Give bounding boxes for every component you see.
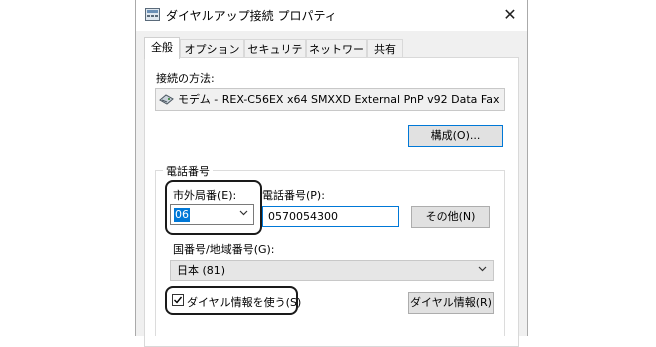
tab-networking[interactable]: ネットワーク	[306, 39, 367, 75]
country-code-label: 国番号/地域番号(G):	[173, 243, 275, 256]
phone-number-input[interactable]: 0570054300	[262, 206, 399, 227]
title-bar: ダイヤルアップ接続 プロパティ ✕	[136, 0, 527, 31]
phone-number-label: 電話番号(P):	[262, 189, 325, 202]
tab-sharing[interactable]: 共有	[367, 39, 403, 58]
dialing-rules-callout	[165, 286, 298, 315]
close-icon: ✕	[503, 5, 517, 24]
phone-number-group-title: 電話番号	[163, 163, 213, 179]
country-code-combo[interactable]: 日本 (81)	[170, 260, 494, 281]
phone-dialer-icon	[145, 8, 160, 21]
area-code-callout	[165, 180, 262, 235]
device-name: モデム - REX-C56EX x64 SMXXD External PnP v…	[178, 93, 504, 106]
dialing-rules-button[interactable]: ダイヤル情報(R)	[408, 292, 494, 314]
close-button[interactable]: ✕	[493, 0, 527, 31]
connect-using-label: 接続の方法:	[156, 72, 215, 85]
chevron-down-icon	[478, 261, 487, 280]
modem-icon	[159, 94, 174, 105]
configure-button[interactable]: 構成(O)...	[408, 125, 503, 147]
window-title: ダイヤルアップ接続 プロパティ	[166, 9, 337, 23]
device-field[interactable]: モデム - REX-C56EX x64 SMXXD External PnP v…	[155, 88, 505, 111]
tab-strip: 全般 オプション セキュリティ ネットワーク 共有	[144, 37, 520, 75]
tab-options[interactable]: オプション	[180, 39, 244, 58]
tab-general[interactable]: 全般	[144, 37, 180, 59]
country-code-value: 日本 (81)	[177, 264, 226, 277]
other-button[interactable]: その他(N)	[411, 206, 490, 228]
tab-security[interactable]: セキュリティ	[244, 39, 306, 75]
